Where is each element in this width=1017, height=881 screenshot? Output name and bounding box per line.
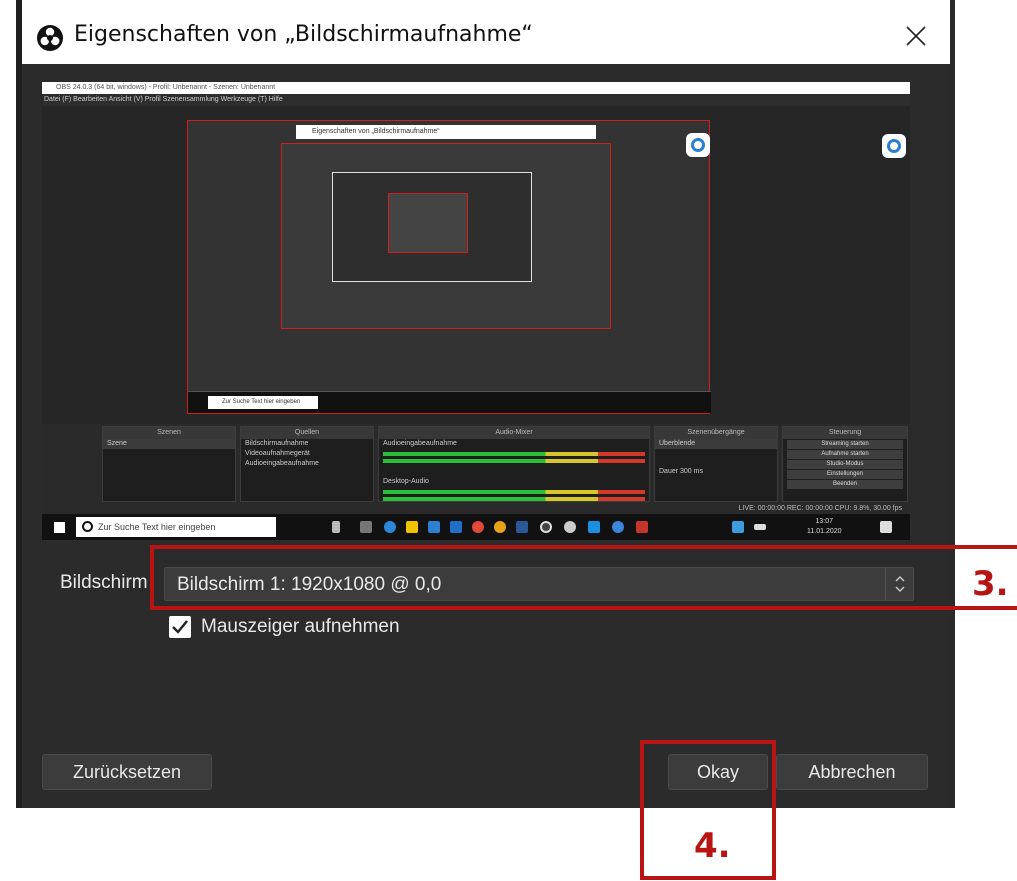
capture-cursor-label: Mauszeiger aufnehmen	[201, 616, 400, 637]
mail-icon	[450, 521, 462, 533]
preview-mixer-dock: Audio-Mixer Audioeingabeaufnahme Desktop…	[378, 426, 650, 502]
desktop-edge-left	[0, 0, 22, 808]
preview-mixer-item: Desktop-Audio	[383, 478, 429, 485]
preview-nested-scene: Eigenschaften von „Bildschirmaufnahme“ Z…	[187, 120, 711, 414]
photos-icon	[588, 521, 600, 533]
preview-transition-duration: Dauer 300 ms	[659, 468, 703, 475]
microphone-icon	[332, 521, 340, 533]
preview-menubar: Datei (F) Bearbeiten Ansicht (V) Profil …	[42, 94, 910, 106]
annotation-label-step-3: 3.	[972, 564, 1009, 604]
preview-obs-titlebar: OBS 24.0.3 (64 bit, windows) - Profil: U…	[42, 82, 910, 94]
obs-logo-icon	[37, 25, 63, 51]
preview-mixer-title: Audio-Mixer	[379, 427, 649, 439]
capture-cursor-checkbox[interactable]	[169, 616, 191, 638]
desktop-edge-right-bar	[950, 0, 955, 808]
annotation-label-step-4: 4.	[694, 826, 731, 866]
preview-nested-badge-icon	[686, 133, 710, 157]
file-explorer-icon	[406, 521, 418, 533]
preview-canvas: Eigenschaften von „Bildschirmaufnahme“ Z…	[42, 106, 910, 424]
preview-source-item: Bildschirmaufnahme	[245, 440, 309, 447]
preview-control-button: Einstellungen	[787, 470, 903, 479]
preview-control-button: Studio-Modus	[787, 460, 903, 469]
checkmark-icon	[172, 620, 188, 634]
desktop-edge-right	[950, 0, 1017, 808]
preview-taskbar-search: Zur Suche Text hier eingeben	[76, 517, 276, 537]
chrome-icon	[494, 521, 506, 533]
preview-transitions-dock: Szenenübergänge Überblende Dauer 300 ms	[654, 426, 778, 502]
preview-nested-frame-3	[388, 193, 468, 253]
preview-controls-dock: Steuerung Streaming starten Aufnahme sta…	[782, 426, 908, 502]
taskbar-clock: 13:07 11.01.2020	[807, 517, 842, 537]
preview-sources-dock: Quellen Bildschirmaufnahme Videoaufnahme…	[240, 426, 374, 502]
properties-dialog: Eigenschaften von „Bildschirmaufnahme“ O…	[22, 0, 950, 808]
chat-icon	[472, 521, 484, 533]
settings-gear-icon	[564, 521, 576, 533]
preview-badge-icon	[882, 134, 906, 158]
preview-audio-meter	[383, 490, 645, 494]
title-bar[interactable]: Eigenschaften von „Bildschirmaufnahme“	[22, 0, 950, 64]
preview-source-item: Audioeingabeaufnahme	[245, 460, 319, 467]
preview-nested-search: Zur Suche Text hier eingeben	[208, 396, 318, 409]
preview-control-button: Streaming starten	[787, 440, 903, 449]
network-icon	[754, 524, 766, 530]
preview-scene-item: Szene	[103, 439, 235, 449]
preview-sources-title: Quellen	[241, 427, 373, 439]
preview-scenes-title: Szenen	[103, 427, 235, 439]
close-icon[interactable]	[902, 22, 930, 50]
preview-audio-meter	[383, 452, 645, 456]
preview-audio-meter	[383, 459, 645, 463]
preview-nested-dialog-title: Eigenschaften von „Bildschirmaufnahme“	[296, 125, 596, 139]
window-title: Eigenschaften von „Bildschirmaufnahme“	[74, 22, 533, 47]
taskbar-date: 11.01.2020	[807, 528, 842, 535]
preview-mixer-item: Audioeingabeaufnahme	[383, 440, 457, 447]
powerpoint-icon	[636, 521, 648, 533]
preview-scenes-dock: Szenen Szene	[102, 426, 236, 502]
preview-control-button: Beenden	[787, 480, 903, 489]
preview-nested-frame-2	[332, 172, 532, 282]
preview-docks: Szenen Szene Quellen Bildschirmaufnahme …	[42, 424, 910, 504]
skype-icon	[612, 521, 624, 533]
preview-taskbar-search-text: Zur Suche Text hier eingeben	[98, 522, 216, 532]
system-tray-icon	[732, 521, 744, 533]
obs-taskbar-icon	[540, 521, 552, 533]
windows-start-icon	[54, 522, 65, 533]
task-view-icon	[360, 521, 372, 533]
reset-button[interactable]: Zurücksetzen	[42, 754, 212, 790]
preview-transition-value: Überblende	[655, 439, 777, 449]
source-preview: OBS 24.0.3 (64 bit, windows) - Profil: U…	[42, 82, 910, 540]
store-icon	[428, 521, 440, 533]
word-icon	[516, 521, 528, 533]
preview-controls-title: Steuerung	[783, 427, 907, 439]
cancel-button[interactable]: Abbrechen	[776, 754, 928, 790]
preview-nested-taskbar: Zur Suche Text hier eingeben	[188, 391, 711, 413]
preview-status-bar: LIVE: 00:00:00 REC: 00:00:00 CPU: 9.8%, …	[42, 504, 910, 514]
preview-audio-meter	[383, 497, 645, 501]
preview-source-item: Videoaufnahmegerät	[245, 450, 310, 457]
preview-control-button: Aufnahme starten	[787, 450, 903, 459]
preview-transitions-title: Szenenübergänge	[655, 427, 777, 439]
preview-taskbar: Zur Suche Text hier eingeben 13:07 11.01…	[42, 514, 910, 540]
display-label: Bildschirm	[60, 572, 148, 593]
capture-cursor-row[interactable]: Mauszeiger aufnehmen	[169, 614, 400, 640]
annotation-box-step-3	[150, 545, 1017, 610]
preview-nested-frame	[281, 143, 611, 329]
taskbar-time: 13:07	[815, 518, 834, 525]
cortana-icon	[82, 521, 93, 532]
notification-icon	[880, 521, 892, 533]
edge-browser-icon	[384, 521, 396, 533]
